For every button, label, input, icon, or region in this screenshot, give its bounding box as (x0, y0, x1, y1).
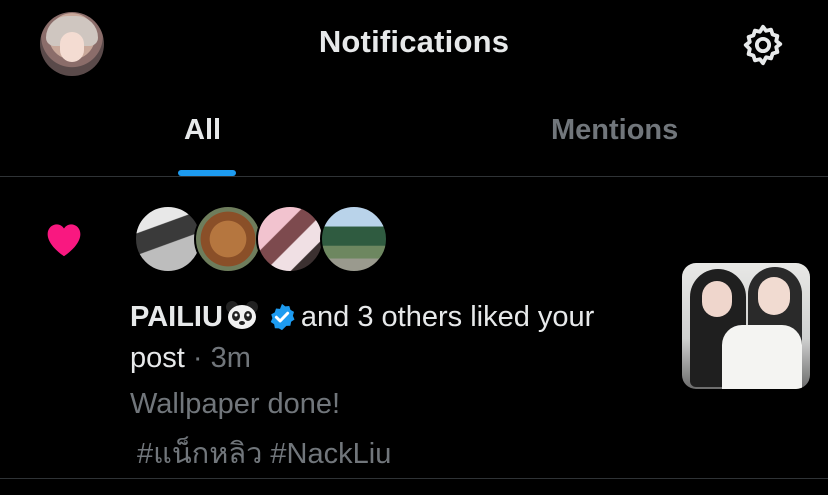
tab-all[interactable]: All (184, 114, 221, 147)
gear-icon[interactable] (740, 22, 786, 68)
post-hashtags[interactable]: #แน็กหลิว #NackLiu (137, 430, 391, 476)
liker-avatar-2[interactable] (194, 205, 262, 273)
post-text: Wallpaper done! (130, 388, 341, 420)
liker-avatar-4[interactable] (320, 205, 388, 273)
liker-avatar-1[interactable] (134, 205, 202, 273)
panda-icon (225, 301, 258, 329)
thumbnail-figure (702, 281, 732, 317)
thumbnail-figure (722, 325, 802, 389)
divider (0, 176, 828, 177)
liker-avatar-3[interactable] (256, 205, 324, 273)
thumbnail-figure (758, 277, 790, 315)
notification-text-line-1[interactable]: PAILIU and 3 others liked your (130, 300, 594, 334)
timestamp: 3m (210, 342, 251, 374)
action-text-end: post (130, 342, 185, 374)
page-title: Notifications (318, 24, 510, 59)
divider (0, 478, 828, 479)
post-thumbnail[interactable] (682, 263, 810, 389)
separator: · (184, 342, 211, 374)
notification-text-line-2: post · 3m (130, 342, 251, 375)
tab-mentions[interactable]: Mentions (551, 114, 678, 147)
verified-badge-icon (270, 303, 295, 331)
heart-icon (47, 224, 81, 257)
username[interactable]: PAILIU (130, 301, 223, 333)
tab-bar: All Mentions (0, 100, 828, 176)
action-text: and 3 others liked your (300, 301, 595, 333)
